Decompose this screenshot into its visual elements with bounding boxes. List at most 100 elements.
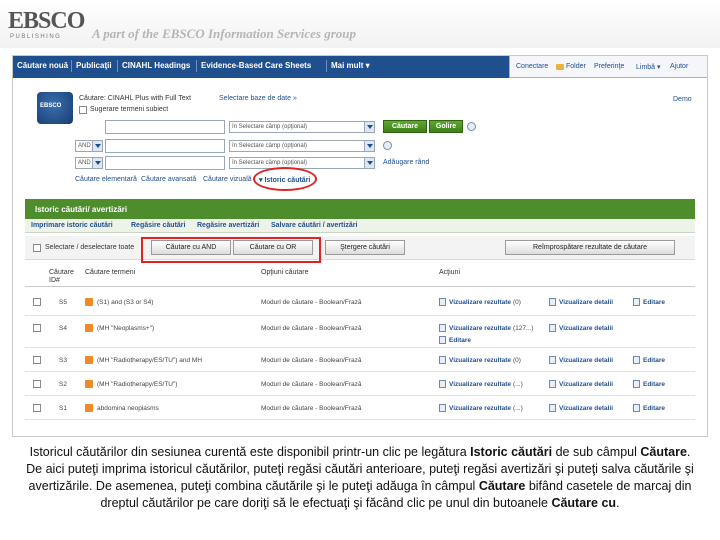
search-options: Moduri de căutare - Boolean/Frază — [261, 299, 362, 306]
edit-link[interactable]: Editare — [643, 405, 665, 412]
database-logo: EBSCO — [37, 92, 73, 124]
view-details-link[interactable]: Vizualizare detalii — [559, 381, 613, 388]
view-results-link[interactable]: Vizualizare rezultate — [449, 405, 511, 412]
delete-searches-button[interactable]: Ştergere căutări — [325, 240, 405, 255]
boolean-select-2[interactable]: AND — [75, 140, 103, 152]
field-select-2-value: în Selectare câmp (opţional) — [232, 143, 308, 149]
boolean-select-3[interactable]: AND — [75, 157, 103, 169]
rss-icon[interactable] — [85, 356, 93, 364]
caption-part-5: . — [616, 496, 620, 510]
history-actions: Selectare / deselectare toate Căutare cu… — [25, 236, 695, 260]
language-link[interactable]: Limbă ▾ — [636, 63, 661, 71]
caption-part-2: de sub câmpul — [552, 445, 641, 459]
result-count: (127...) — [513, 325, 534, 332]
suggest-terms-label: Sugerare termeni subiect — [90, 106, 169, 113]
retrieve-alerts-link[interactable]: Regăsire avertizări — [197, 222, 259, 229]
edit-icon — [633, 356, 640, 364]
search-button[interactable]: Căutare — [383, 120, 427, 133]
boolean-select-2-value: AND — [78, 143, 91, 149]
help-circle-icon[interactable] — [467, 122, 476, 131]
rss-icon[interactable] — [85, 380, 93, 388]
row-checkbox[interactable] — [33, 298, 41, 306]
view-results-icon — [439, 356, 446, 364]
search-id: S4 — [59, 325, 67, 332]
edit-icon — [633, 404, 640, 412]
history-table-header: Căutare ID# Căutare termeni Opţiuni căut… — [25, 265, 695, 287]
view-results-link[interactable]: Vizualizare rezultate — [449, 381, 511, 388]
boolean-select-3-value: AND — [78, 160, 91, 166]
nav-separator — [117, 60, 118, 72]
view-details-icon — [549, 324, 556, 332]
view-results-icon — [439, 380, 446, 388]
row-checkbox[interactable] — [33, 324, 41, 332]
sign-in-link[interactable]: Conectare — [516, 63, 548, 70]
view-results-icon — [439, 324, 446, 332]
help-link[interactable]: Ajutor — [670, 63, 688, 70]
choose-databases-link[interactable]: Selectare baze de date » — [219, 95, 297, 102]
nav-publications[interactable]: Publicaţii — [76, 61, 112, 70]
edit-icon — [633, 380, 640, 388]
nav-cinahl-headings[interactable]: CINAHL Headings — [122, 61, 190, 70]
nav-more[interactable]: Mai mult ▾ — [331, 61, 370, 70]
view-results-link[interactable]: Vizualizare rezultate — [449, 299, 511, 306]
basic-search-link[interactable]: Căutare elementară — [75, 176, 137, 183]
history-links: Imprimare istoric căutări Regăsire căută… — [25, 219, 695, 233]
view-details-icon — [549, 404, 556, 412]
edit-link[interactable]: Editare — [449, 337, 471, 344]
rss-icon[interactable] — [85, 298, 93, 306]
retrieve-searches-link[interactable]: Regăsire căutări — [131, 222, 185, 229]
table-row: S5 (S1) and (S3 or S4) Moduri de căutare… — [25, 290, 695, 316]
add-row-link[interactable]: Adăugare rând — [383, 159, 429, 166]
refresh-results-button[interactable]: Reîmprospătare rezultate de căutare — [505, 240, 675, 255]
edit-link[interactable]: Editare — [643, 381, 665, 388]
select-all-checkbox[interactable] — [33, 244, 41, 252]
demo-link[interactable]: Demo — [673, 96, 692, 103]
caption-bold-4: Căutare cu — [551, 496, 617, 510]
search-input-3[interactable] — [105, 156, 225, 170]
search-history-title: Istoric căutări/ avertizări — [35, 205, 128, 214]
field-select-1[interactable]: în Selectare câmp (opţional) — [229, 121, 375, 133]
result-count: (...) — [513, 405, 523, 412]
view-details-link[interactable]: Vizualizare detalii — [559, 299, 613, 306]
visual-search-link[interactable]: Căutare vizuală — [203, 176, 252, 183]
nav-new-search[interactable]: Căutare nouă — [17, 61, 68, 70]
view-details-icon — [549, 298, 556, 306]
suggest-terms-checkbox[interactable] — [79, 106, 87, 114]
row-checkbox[interactable] — [33, 404, 41, 412]
result-count: (0) — [513, 357, 521, 364]
view-results-icon — [439, 298, 446, 306]
remove-row-icon[interactable] — [383, 141, 392, 150]
field-select-3-value: în Selectare câmp (opţional) — [232, 160, 308, 166]
edit-link[interactable]: Editare — [643, 357, 665, 364]
save-searches-alerts-link[interactable]: Salvare căutări / avertizări — [271, 222, 357, 229]
view-results-link[interactable]: Vizualizare rezultate — [449, 357, 511, 364]
folder-link[interactable]: Folder — [566, 63, 586, 70]
edit-link[interactable]: Editare — [643, 299, 665, 306]
row-checkbox[interactable] — [33, 380, 41, 388]
tagline: A part of the EBSCO Information Services… — [92, 26, 357, 41]
advanced-search-link[interactable]: Căutare avansată — [141, 176, 196, 183]
search-input-2[interactable] — [105, 139, 225, 153]
search-options: Moduri de căutare - Boolean/Frază — [261, 381, 362, 388]
clear-button[interactable]: Golire — [429, 120, 463, 133]
table-row: S1 abdomina neoplasms Moduri de căutare … — [25, 396, 695, 420]
preferences-link[interactable]: Preferinţe — [594, 63, 624, 70]
search-terms: (MH "Neoplasms+") — [97, 325, 155, 332]
field-select-2[interactable]: în Selectare câmp (opţional) — [229, 140, 375, 152]
view-details-link[interactable]: Vizualizare detalii — [559, 405, 613, 412]
table-row: S4 (MH "Neoplasms+") Moduri de căutare -… — [25, 316, 695, 348]
highlight-circle-annotation — [253, 167, 317, 191]
rss-icon[interactable] — [85, 404, 93, 412]
search-id: S5 — [59, 299, 67, 306]
view-results-link[interactable]: Vizualizare rezultate — [449, 325, 511, 332]
nav-care-sheets[interactable]: Evidence-Based Care Sheets — [201, 61, 311, 70]
table-row: S2 (MH "Radiotherapy/ES/TU") Moduri de c… — [25, 372, 695, 396]
banner-header: EBSCO PUBLISHING A part of the EBSCO Inf… — [0, 0, 720, 48]
search-input-1[interactable] — [105, 120, 225, 134]
view-details-link[interactable]: Vizualizare detalii — [559, 357, 613, 364]
print-history-link[interactable]: Imprimare istoric căutări — [31, 222, 113, 229]
field-select-3[interactable]: în Selectare câmp (opţional) — [229, 157, 375, 169]
view-details-link[interactable]: Vizualizare detalii — [559, 325, 613, 332]
row-checkbox[interactable] — [33, 356, 41, 364]
rss-icon[interactable] — [85, 324, 93, 332]
